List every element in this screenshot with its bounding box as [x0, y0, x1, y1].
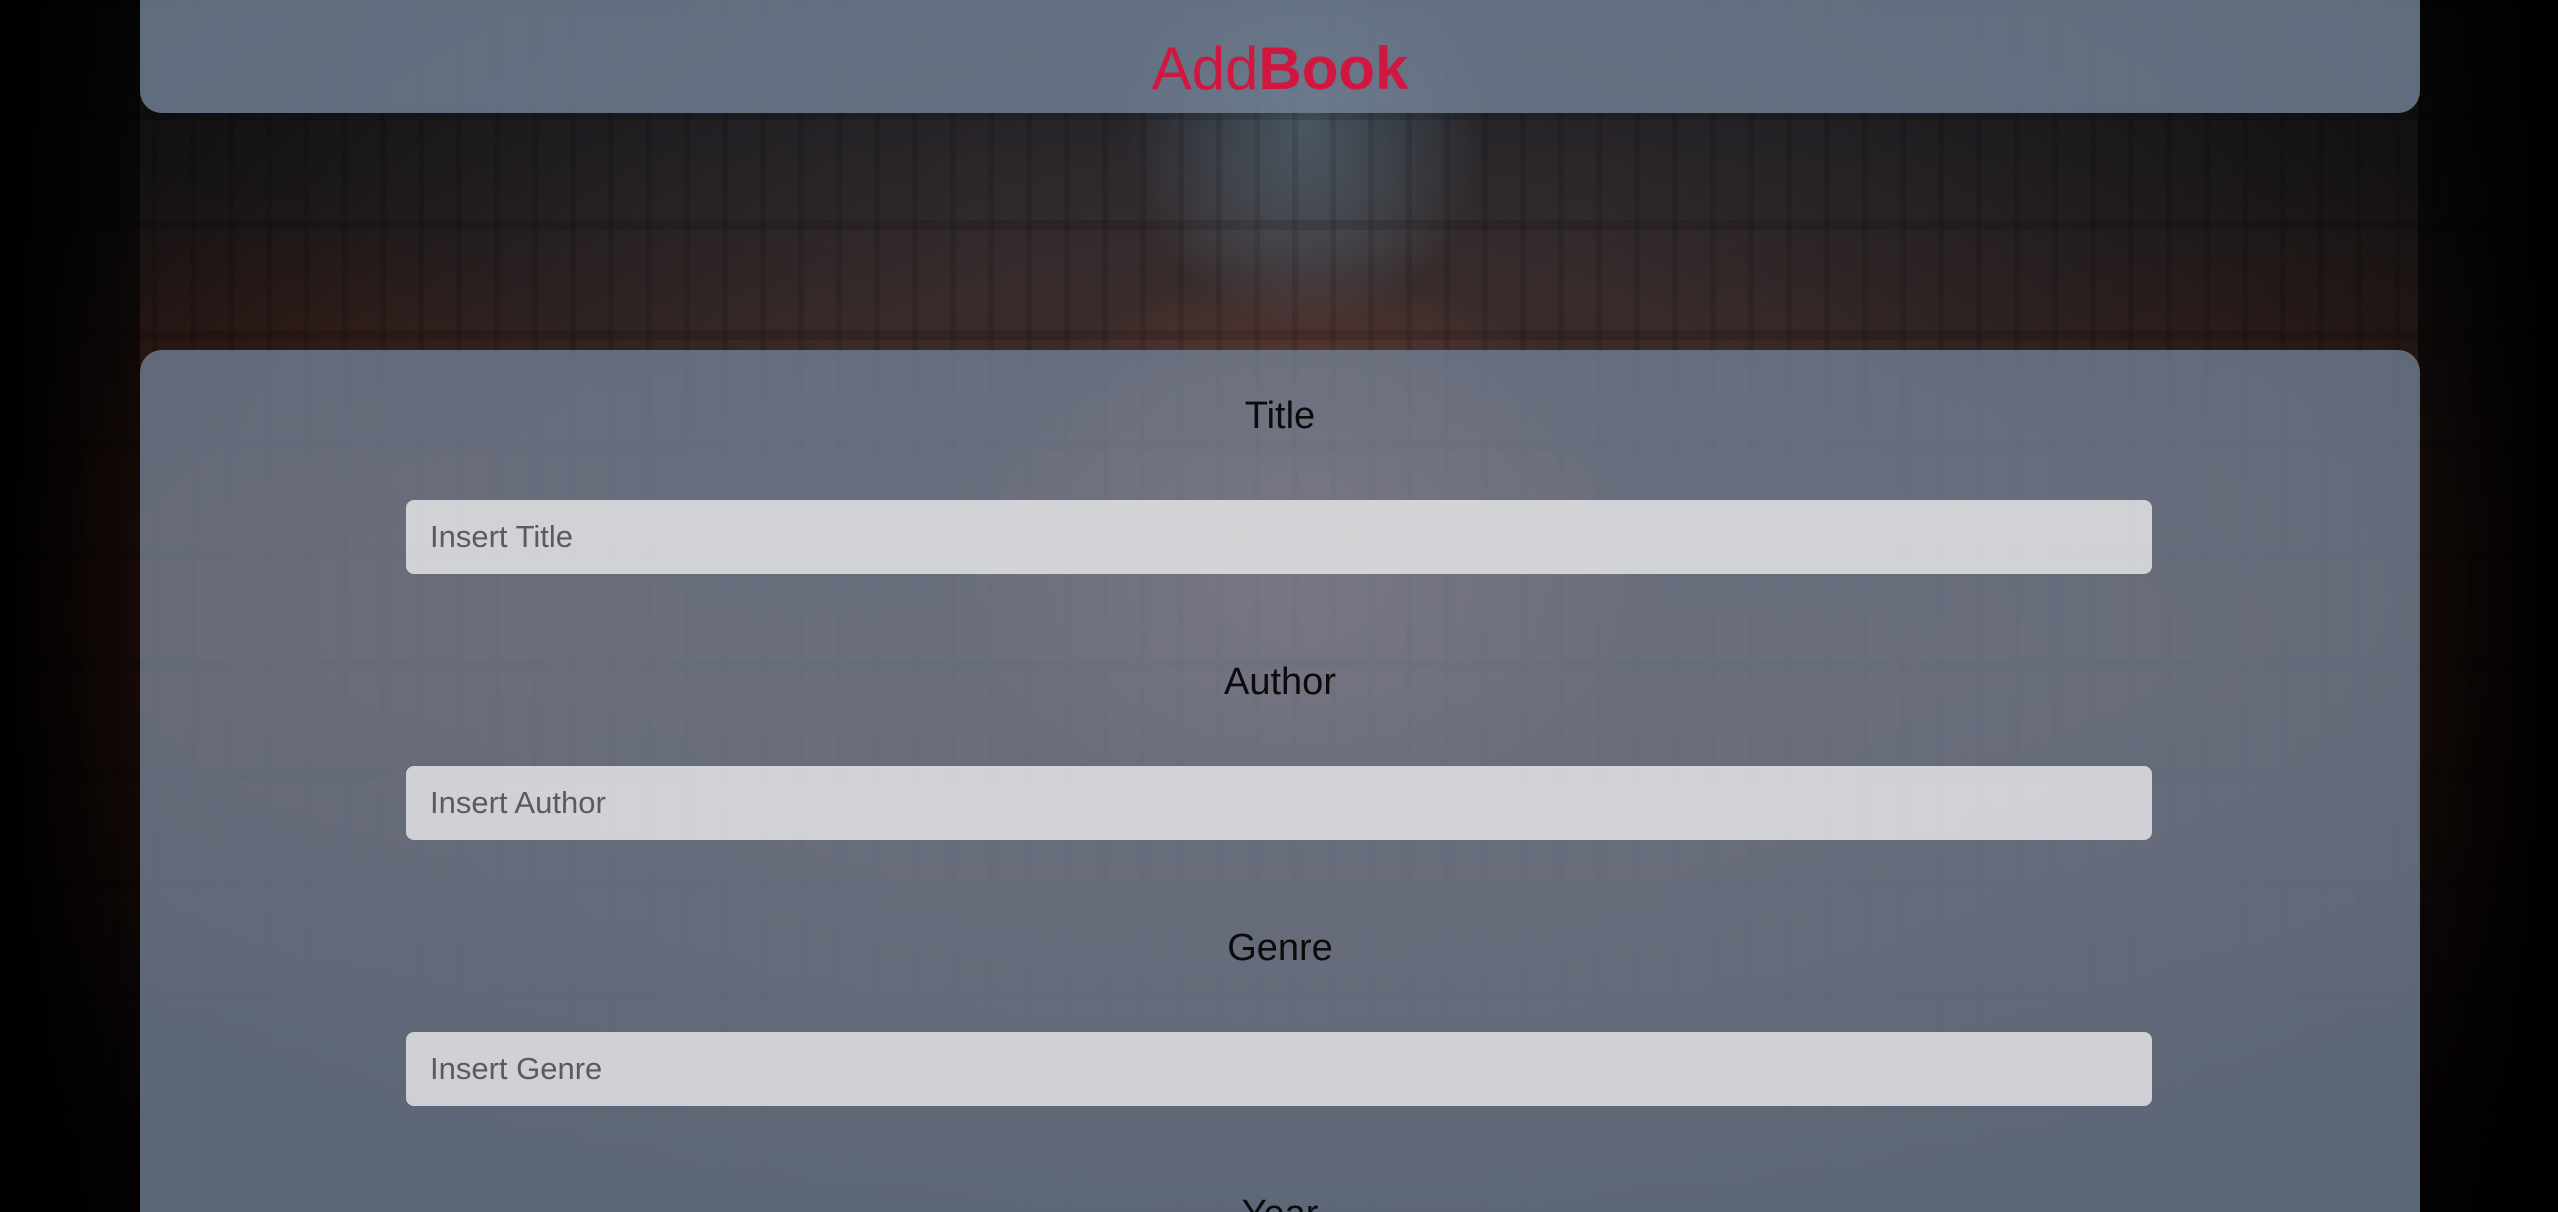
brand-logo-add: Add: [1151, 35, 1259, 102]
header-bar: AddBook: [140, 0, 2420, 113]
genre-input[interactable]: [406, 1032, 2152, 1106]
author-label: Author: [1224, 661, 1336, 703]
title-label: Title: [1244, 395, 1316, 437]
left-edge: [0, 0, 140, 1212]
brand-logo-book: Book: [1258, 35, 1409, 102]
year-label: Year: [140, 1192, 2420, 1212]
right-edge: [2418, 0, 2558, 1212]
title-input[interactable]: [406, 500, 2152, 574]
genre-label: Genre: [1227, 927, 1333, 969]
brand-logo[interactable]: AddBook: [140, 34, 2420, 104]
author-input[interactable]: [406, 766, 2152, 840]
add-book-form: Title Author Genre Year: [140, 350, 2420, 1212]
